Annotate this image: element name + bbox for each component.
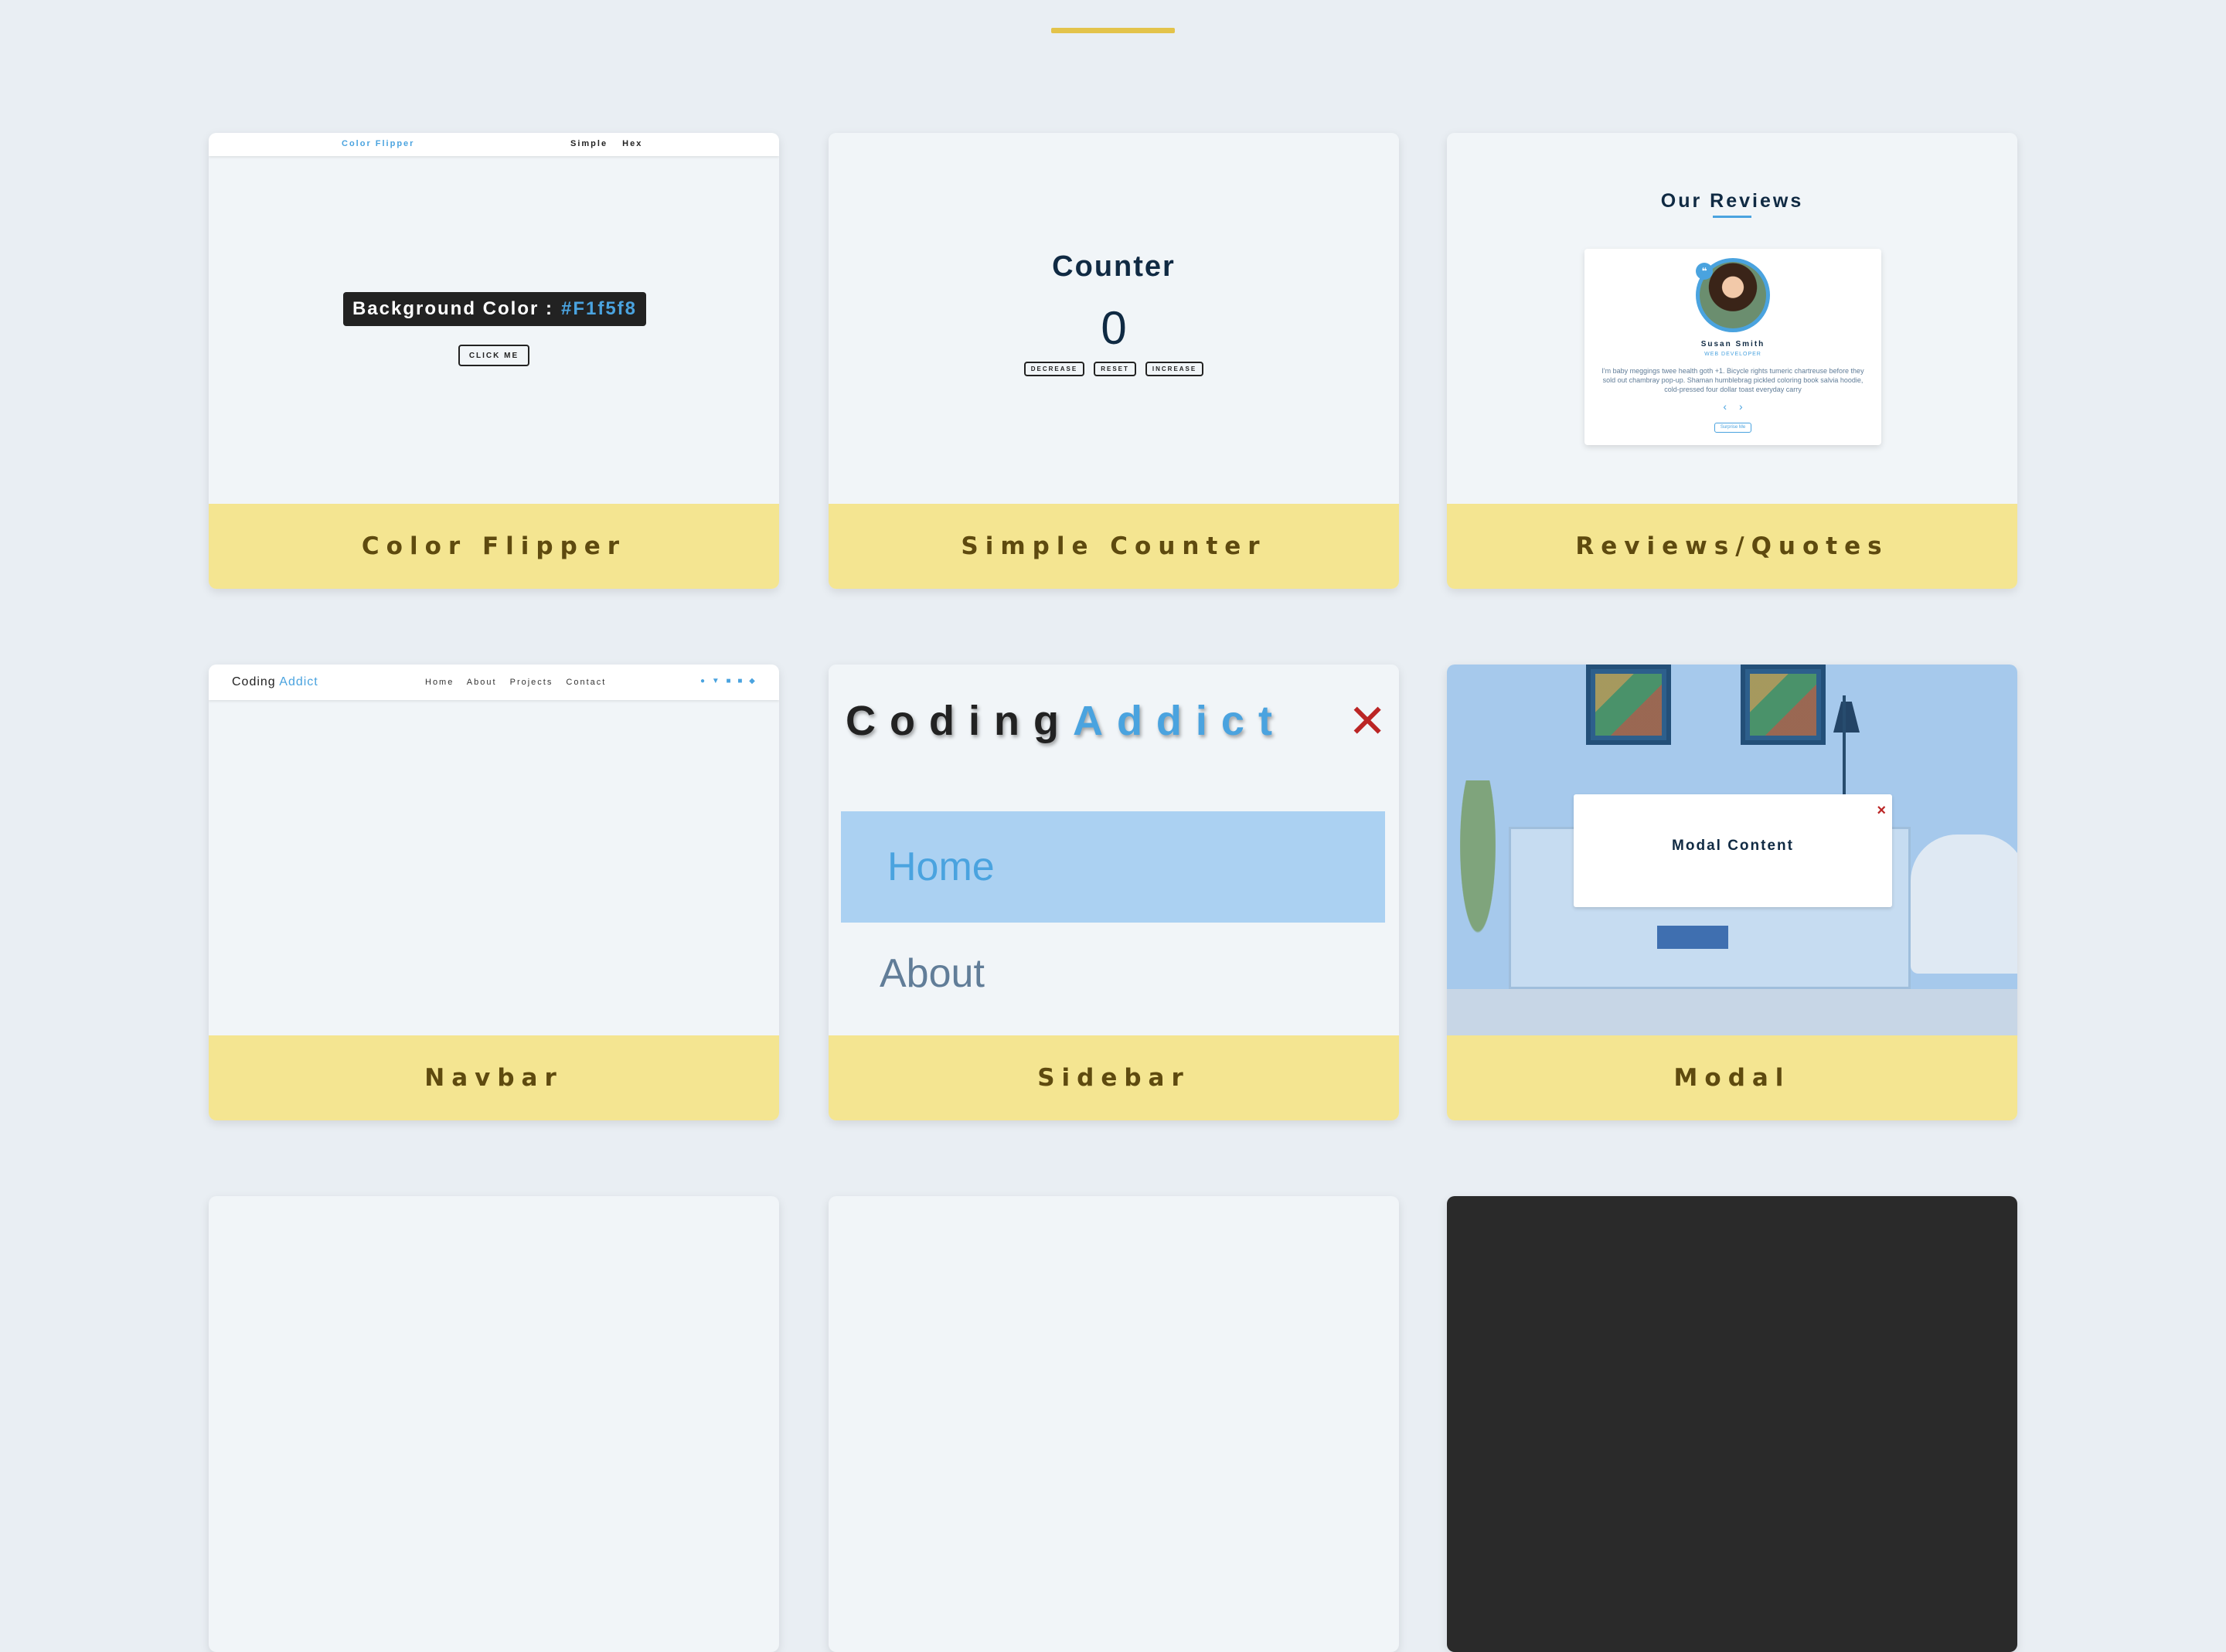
preview-link: Simple (570, 139, 608, 148)
background-color-label: Background Color : #F1f5f8 (343, 292, 646, 326)
plant (1447, 780, 1509, 997)
project-title[interactable]: Color Flipper (209, 504, 779, 589)
chair (1911, 834, 2017, 974)
decrease-button: DECREASE (1023, 362, 1085, 376)
review-arrows: ‹ › (1584, 400, 1881, 413)
project-card-reviews[interactable]: Our Reviews ❝ Susan Smith WEB DEVELOPER … (1447, 133, 2017, 589)
preview-link: About (466, 678, 497, 687)
preview-logo: Coding Addict (232, 675, 318, 689)
logo-part: Addict (279, 675, 318, 688)
review-text: I'm baby meggings twee health goth +1. B… (1601, 367, 1864, 393)
reviews-underline (1713, 216, 1751, 218)
preview-logo: CodingAddict (846, 697, 1286, 745)
project-card-color-flipper[interactable]: Color Flipper Simple Hex Background Colo… (209, 133, 779, 589)
sketch-icon: ◆ (749, 677, 755, 685)
project-preview: Coding Addict Home About Projects Contac… (209, 665, 779, 1035)
preview-link: Home (425, 678, 454, 687)
cabinet-drawer (1657, 926, 1728, 949)
reset-button: RESET (1094, 362, 1136, 376)
reviews-title: Our Reviews (1660, 190, 1804, 212)
project-card-modal[interactable]: × Modal Content Modal (1447, 665, 2017, 1120)
section-title-glyph (1098, 0, 1128, 9)
project-card-simple-counter[interactable]: Counter 0 DECREASE RESET INCREASE Simple… (829, 133, 1399, 589)
project-card[interactable] (829, 1196, 1399, 1652)
lamp-shade (1833, 702, 1860, 733)
chevron-left-icon: ‹ (1723, 400, 1727, 413)
logo-part: Addict (1072, 698, 1286, 744)
linkedin-icon: ■ (737, 677, 743, 685)
sidebar-item-home: Home (841, 811, 1385, 923)
project-title[interactable]: Navbar (209, 1035, 779, 1120)
review-author: Susan Smith (1700, 340, 1765, 348)
chevron-right-icon: › (1738, 400, 1743, 413)
quote-icon: ❝ (1696, 263, 1713, 280)
social-icons: ● ▼ ■ ■ ◆ (700, 677, 760, 685)
project-card[interactable] (1447, 1196, 2017, 1652)
project-preview: Color Flipper Simple Hex Background Colo… (209, 133, 779, 504)
review-job: WEB DEVELOPER (1704, 352, 1761, 357)
project-card[interactable] (209, 1196, 779, 1652)
increase-button: INCREASE (1145, 362, 1204, 376)
project-title[interactable]: Modal (1447, 1035, 2017, 1120)
project-title[interactable]: Simple Counter (829, 504, 1399, 589)
click-me-button: CLICK ME (458, 345, 529, 366)
project-preview: × Modal Content (1447, 665, 2017, 1035)
counter-title: Counter (1052, 250, 1176, 283)
twitter-icon: ▼ (711, 677, 720, 685)
facebook-icon: ● (700, 677, 706, 685)
logo-part: Coding (232, 675, 276, 688)
wall-painting (1586, 665, 1671, 745)
preview-link: Projects (509, 678, 553, 687)
bg-hex-value: #F1f5f8 (560, 298, 638, 319)
preview-link: Contact (566, 678, 607, 687)
counter-buttons: DECREASE RESET INCREASE (829, 362, 1399, 376)
project-preview: CodingAddict ✕ Home About (829, 665, 1399, 1035)
wall-painting (1741, 665, 1826, 745)
bg-label-text: Background Color : (352, 298, 553, 319)
project-preview: Counter 0 DECREASE RESET INCREASE (829, 133, 1399, 504)
close-icon: × (1877, 802, 1886, 819)
project-card-sidebar[interactable]: CodingAddict ✕ Home About Sidebar (829, 665, 1399, 1120)
modal-box: × Modal Content (1574, 794, 1892, 907)
logo-part: Coding (846, 698, 1073, 744)
project-title[interactable]: Sidebar (829, 1035, 1399, 1120)
behance-icon: ■ (726, 677, 731, 685)
preview-brand: Color Flipper (342, 139, 415, 148)
section-title-underline (1051, 28, 1175, 33)
project-card-navbar[interactable]: Coding Addict Home About Projects Contac… (209, 665, 779, 1120)
preview-navbar: Color Flipper Simple Hex (209, 133, 779, 156)
sidebar-item-about: About (880, 951, 985, 996)
close-icon: ✕ (1348, 695, 1387, 747)
counter-value: 0 (1101, 302, 1127, 354)
modal-content-text: Modal Content (1672, 838, 1794, 854)
preview-navbar: Coding Addict Home About Projects Contac… (209, 665, 779, 700)
preview-links: Simple Hex (570, 139, 653, 148)
floor (1447, 989, 2017, 1035)
project-preview: Our Reviews ❝ Susan Smith WEB DEVELOPER … (1447, 133, 2017, 504)
project-title[interactable]: Reviews/Quotes (1447, 504, 2017, 589)
preview-links: Home About Projects Contact (425, 678, 615, 687)
surprise-button: Surprise Me (1714, 423, 1751, 433)
review-card: ❝ Susan Smith WEB DEVELOPER I'm baby meg… (1584, 249, 1881, 445)
avatar: ❝ (1696, 258, 1770, 332)
preview-link: Hex (622, 139, 643, 148)
